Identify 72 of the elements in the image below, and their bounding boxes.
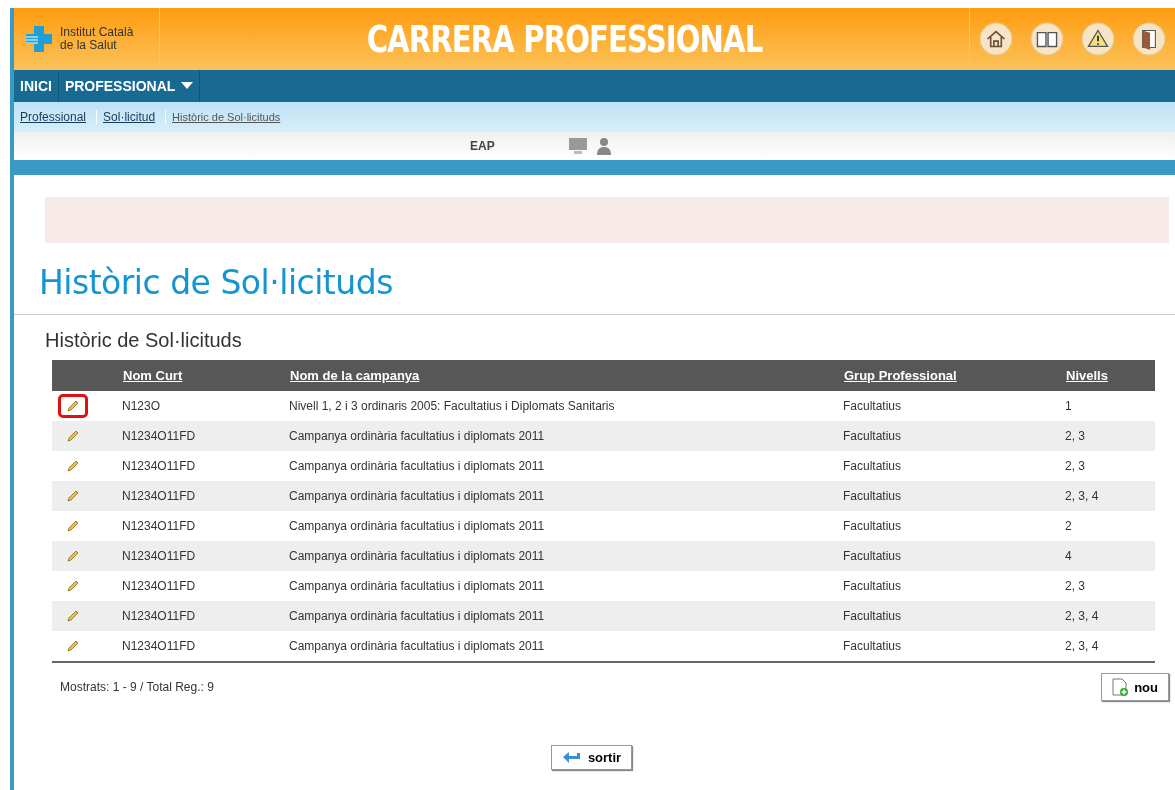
table-cell: Campanya ordinària facultatius i diplomats 2011 <box>289 421 843 451</box>
table-cell: N1234O11FD <box>122 601 289 631</box>
pencil-icon <box>66 399 80 413</box>
table-cell: Facultatius <box>843 511 1065 541</box>
logo-text: de la Salut <box>60 39 118 52</box>
pencil-icon <box>66 429 80 443</box>
table-cell: 2, 3, 4 <box>1065 481 1155 511</box>
table-cell: Facultatius <box>843 571 1065 601</box>
table-cell: Campanya ordinària facultatius i diplomats 2011 <box>289 541 843 571</box>
monitor-icon <box>568 137 588 155</box>
table-cell: Facultatius <box>843 451 1065 481</box>
table-cell: Facultatius <box>843 481 1065 511</box>
unit-label: EAP <box>470 139 496 153</box>
pencil-icon <box>66 579 80 593</box>
table-cell: N123O <box>122 391 289 421</box>
table-cell: Facultatius <box>843 421 1065 451</box>
table-cell: N1234O11FD <box>122 421 289 451</box>
edit-pencil-button[interactable] <box>58 394 88 418</box>
pencil-icon <box>66 519 80 533</box>
table-cell: 2, 3 <box>1065 451 1155 481</box>
table-cell: 2, 3, 4 <box>1065 631 1155 662</box>
pencil-icon <box>66 489 80 503</box>
table-cell: N1234O11FD <box>122 481 289 511</box>
home-icon[interactable] <box>978 22 1013 56</box>
table-cell: Campanya ordinària facultatius i diplomats 2011 <box>289 631 843 662</box>
table-cell: Campanya ordinària facultatius i diplomats 2011 <box>289 481 843 511</box>
section-title: Històric de Sol·licituds <box>45 329 243 352</box>
table-cell: Facultatius <box>843 631 1065 662</box>
table-cell: 2, 3 <box>1065 571 1155 601</box>
column-header-link[interactable]: Nom Curt <box>123 368 183 383</box>
app-title: CARRERA PROFESSIONAL <box>365 17 764 61</box>
table-cell: 4 <box>1065 541 1155 571</box>
table-cell: N1234O11FD <box>122 541 289 571</box>
table-cell: N1234O11FD <box>122 511 289 541</box>
new-document-icon <box>1112 678 1129 696</box>
page-title: Històric de Sol·licituds <box>39 263 394 302</box>
pencil-icon <box>66 459 80 473</box>
table-cell: Facultatius <box>843 391 1065 421</box>
warning-icon[interactable] <box>1081 22 1116 56</box>
caret-icon <box>181 82 194 90</box>
back-arrow-icon <box>561 750 582 765</box>
table-cell: Nivell 1, 2 i 3 ordinaris 2005: Facultatius i Diplomats Sanitaris <box>289 391 843 421</box>
table-cell: Campanya ordinària facultatius i diplomats 2011 <box>289 571 843 601</box>
pencil-icon <box>66 639 80 653</box>
table-cell: 2, 3 <box>1065 421 1155 451</box>
column-header-link[interactable]: Nom de la campanya <box>290 368 420 383</box>
new-button[interactable]: nou <box>1101 673 1169 701</box>
table-cell: N1234O11FD <box>122 451 289 481</box>
table-cell: Facultatius <box>843 541 1065 571</box>
table-cell: 2, 3, 4 <box>1065 601 1155 631</box>
table-cell: 1 <box>1065 391 1155 421</box>
table-cell: Facultatius <box>843 601 1065 631</box>
cross-logo-icon <box>24 24 54 54</box>
logo-text: Institut Català <box>60 26 134 39</box>
book-icon[interactable] <box>1029 22 1064 56</box>
breadcrumb-link[interactable]: Sol·licitud <box>101 110 167 124</box>
user-icon <box>596 137 612 155</box>
exit-button[interactable]: sortir <box>550 745 633 770</box>
breadcrumb-link[interactable]: Històric de Sol·licituds <box>170 111 291 123</box>
table-cell: 2 <box>1065 511 1155 541</box>
door-icon[interactable] <box>1132 22 1167 56</box>
pencil-icon <box>66 549 80 563</box>
breadcrumb-link[interactable]: Professional <box>18 110 98 124</box>
column-header-link[interactable]: Nivells <box>1066 368 1108 383</box>
record-count: Mostrats: 1 - 9 / Total Reg.: 9 <box>60 680 214 694</box>
table-cell: N1234O11FD <box>122 571 289 601</box>
pencil-icon <box>66 609 80 623</box>
table-cell: Campanya ordinària facultatius i diplomats 2011 <box>289 601 843 631</box>
column-header-link[interactable]: Grup Professional <box>844 368 957 383</box>
table-cell: N1234O11FD <box>122 631 289 662</box>
table-cell: Campanya ordinària facultatius i diplomats 2011 <box>289 451 843 481</box>
table-cell: Campanya ordinària facultatius i diplomats 2011 <box>289 511 843 541</box>
